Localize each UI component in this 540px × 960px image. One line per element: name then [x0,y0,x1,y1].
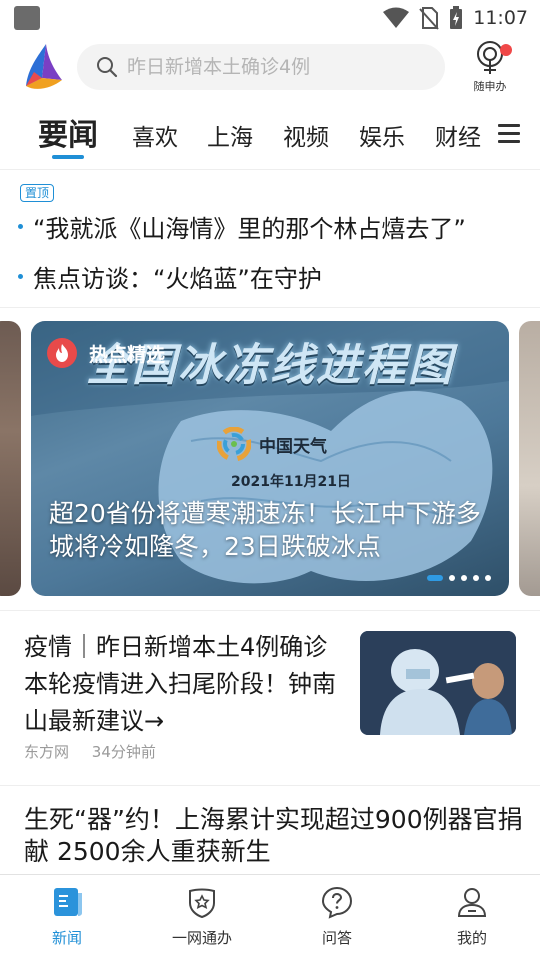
china-weather-logo-icon [217,427,251,461]
news-title: 疫情｜昨日新增本土4例确诊 本轮疫情进入扫尾阶段！钟南山最新建议→ [24,633,336,735]
news-source: 东方网 [24,743,70,761]
pager-dot [473,575,479,581]
suishenban-label: 随申办 [473,80,507,93]
pager-dot [461,575,467,581]
wifi-icon [383,7,410,28]
notification-square-icon [14,6,40,30]
nav-news-label: 新闻 [51,929,82,947]
suishenban-button[interactable]: 随申办 [464,40,516,96]
tab-shanghai[interactable]: 上海 [207,118,253,152]
pinned-badge: 置顶 [20,184,55,202]
weather-brand-text: 中国天气 [259,436,327,457]
hot-picks-label: 热点精选 [89,343,166,366]
nav-news[interactable]: 新闻 [17,885,117,955]
news-title: 生死“器”约！上海累计实现超过900例器官捐献 2500余人重获新生 [24,805,523,866]
next-slide-peek[interactable] [519,321,540,596]
tab-yaowen[interactable]: 要闻 [38,110,98,154]
profile-icon [457,888,487,917]
carousel-pager [427,575,491,581]
news-list-item[interactable]: 生死“器”约！上海累计实现超过900例器官捐献 2500余人重获新生 [0,800,540,876]
no-sim-icon [419,7,439,30]
flame-icon [47,338,77,368]
tab-xihuan[interactable]: 喜欢 [132,118,178,152]
nav-qa-label: 问答 [321,929,352,947]
medical-worker-photo [360,631,516,735]
bottom-navigation: 新闻 一网通办 问答 我的 [0,874,540,960]
app-header: 随申办 [0,38,540,98]
status-bar: 11:07 [0,0,540,36]
carousel-slide[interactable]: 全国冰冻线进程图 中国天气 2021年11月21日 热点精选 超20省份将遭寒潮… [31,321,509,596]
channel-tabs: 要闻 喜欢 上海 视频 娱乐 财经 [0,104,540,170]
map-date: 2021年11月21日 [231,474,351,490]
channel-menu-icon[interactable] [498,124,520,144]
tab-yule[interactable]: 娱乐 [359,118,405,152]
nav-qa[interactable]: 问答 [287,885,387,955]
search-input[interactable] [127,56,427,78]
notification-dot [500,44,512,56]
nav-service-label: 一网通办 [171,929,232,947]
previous-slide-peek[interactable] [0,321,21,596]
hot-picks-tag: 热点精选 [47,337,165,369]
tab-caijing[interactable]: 财经 [435,118,481,152]
active-tab-indicator [52,155,84,159]
status-icons: 11:07 [383,4,528,32]
nav-profile-label: 我的 [456,929,487,947]
clock: 11:07 [473,7,528,29]
nav-service[interactable]: 一网通办 [152,885,252,955]
tab-shipin[interactable]: 视频 [283,118,329,152]
news-thumbnail [360,631,516,735]
pager-dot [449,575,455,581]
pinned-item[interactable]: “我就派《山海情》里的那个林占熺去了” [18,208,540,244]
weather-brand: 中国天气 [217,427,327,461]
pinned-item-title: “我就派《山海情》里的那个林占熺去了” [33,214,466,243]
search-bar[interactable] [77,44,445,90]
question-bubble-icon [321,886,353,919]
hot-carousel[interactable]: 全国冰冻线进程图 中国天气 2021年11月21日 热点精选 超20省份将遭寒潮… [0,321,540,597]
pager-dot [485,575,491,581]
news-meta: 东方网 34分钟前 [24,741,174,762]
nav-profile[interactable]: 我的 [422,885,522,955]
pager-dot-active [427,575,443,581]
bullet-dot [18,273,23,279]
bullet-dot [18,223,23,229]
pinned-item[interactable]: 焦点访谈：“火焰蓝”在守护 [18,258,540,294]
pinned-section: 置顶 “我就派《山海情》里的那个林占熺去了” 焦点访谈：“火焰蓝”在守护 [0,172,540,308]
service-shield-icon [189,888,215,919]
slide-caption: 超20省份将遭寒潮速冻！长江中下游多城将冷如隆冬，23日跌破冰点 [49,499,481,561]
pinned-item-title: 焦点访谈：“火焰蓝”在守护 [33,264,322,293]
battery-charging-icon [450,6,463,29]
news-icon [54,888,82,916]
news-time: 34分钟前 [91,743,156,761]
search-icon [97,57,118,78]
news-list-item[interactable]: 疫情｜昨日新增本土4例确诊 本轮疫情进入扫尾阶段！钟南山最新建议→ 东方网 34… [0,610,540,786]
app-logo-icon [26,44,62,89]
